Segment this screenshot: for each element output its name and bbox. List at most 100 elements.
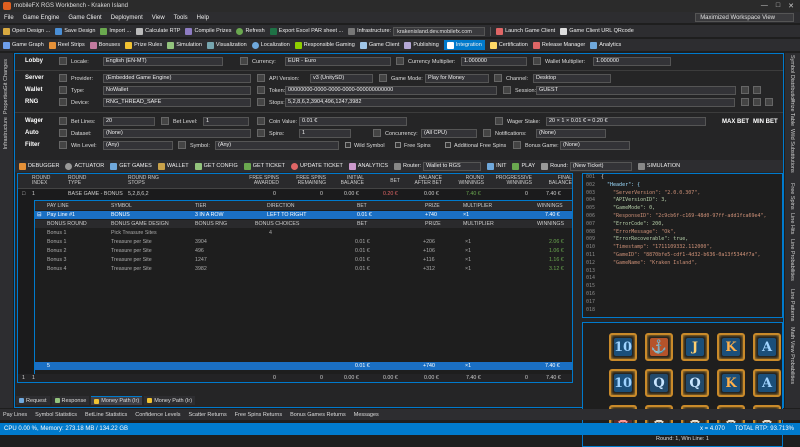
stops-random-icon[interactable] [765, 98, 773, 106]
save-design-button[interactable]: Save Design [55, 27, 95, 35]
launch-game-client-button[interactable]: Launch Game Client [496, 27, 555, 35]
col-bonus-bet[interactable]: BET [357, 221, 367, 227]
concurrency-select[interactable]: (All CPU) [421, 129, 477, 138]
tab-localization[interactable]: Localization [251, 41, 290, 49]
game-mode-select[interactable]: Play for Money [425, 74, 489, 83]
menu-help[interactable]: Help [197, 15, 209, 21]
api-version-select[interactable]: v3 (UnitySD) [310, 74, 373, 83]
col-free-spins-awarded[interactable]: FREE SPINS AWARDED [233, 176, 279, 186]
tab-confidence-levels[interactable]: Confidence Levels [135, 412, 180, 418]
menu-game-engine[interactable]: Game Engine [23, 15, 60, 21]
side-tab-line-patterns[interactable]: Line Patterns [789, 289, 795, 321]
tab-integration[interactable]: Integration [443, 40, 485, 50]
currency-multiplier-field[interactable]: 1.000000 [461, 57, 527, 66]
side-tab-infrastructure[interactable]: Infrastructure [3, 117, 9, 149]
tab-release-manager[interactable]: Release Manager [532, 41, 585, 49]
currency-select[interactable]: EUR - Euro [285, 57, 391, 66]
col-prize[interactable]: PRIZE [425, 203, 440, 209]
tab-game-client[interactable]: Game Client [359, 41, 399, 49]
col-free-spins-remaining[interactable]: FREE SPINS REMAINING [280, 176, 326, 186]
tab-pay-lines[interactable]: Pay Lines [3, 412, 27, 418]
tab-publishing[interactable]: Publishing [404, 41, 439, 49]
round-selector[interactable]: Round: (New Ticket) [541, 161, 632, 171]
tab-simulation[interactable]: Simulation [167, 41, 202, 49]
session-copy-icon[interactable] [741, 86, 749, 94]
session-field[interactable]: GUEST [536, 86, 736, 95]
wild-symbol-checkbox[interactable] [345, 142, 351, 148]
col-bet[interactable]: BET [357, 203, 367, 209]
coin-value-select[interactable]: 0.01 € [299, 117, 407, 126]
infrastructure-dropdown[interactable]: krakenisland.dev.mobilefx.com [393, 26, 486, 36]
open-design-button[interactable]: Open Design ... [3, 27, 50, 35]
export-excel-button[interactable]: Export Excel PAR sheet ... [269, 27, 343, 35]
provider-select[interactable]: (Embedded Game Engine) [103, 74, 251, 83]
col-bonus-rng[interactable]: BONUS RNG [195, 221, 227, 227]
tab-visualization[interactable]: Visualization [206, 41, 247, 49]
play-button[interactable]: PLAY [512, 162, 535, 170]
channel-select[interactable]: Desktop [533, 74, 611, 83]
col-direction[interactable]: DIRECTION [267, 203, 295, 209]
expand-icon[interactable]: □ [22, 191, 25, 197]
symbol-select[interactable]: (Any) [215, 141, 339, 150]
side-tab-line-hits[interactable]: Line Hits [789, 213, 795, 234]
calculate-rtp-button[interactable]: Calculate RTP [136, 27, 180, 35]
col-bonus-choices[interactable]: BONUS CHOICES [255, 221, 299, 227]
compile-prizes-button[interactable]: Compile Prizes [185, 27, 231, 35]
stops-clear-icon[interactable] [753, 98, 761, 106]
side-tab-line-probabilities[interactable]: Line Probabilities [789, 239, 795, 281]
wallet-button[interactable]: WALLET [157, 162, 189, 170]
import-button[interactable]: Import ... [100, 27, 131, 35]
debugger-button[interactable]: DEBUGGER [19, 162, 59, 170]
col-round-type[interactable]: ROUND TYPE [68, 176, 98, 186]
bet-level-stepper[interactable]: 1 [203, 117, 249, 126]
collapse-icon[interactable]: ⊟ [37, 212, 41, 218]
tab-scatter-returns[interactable]: Scatter Returns [188, 412, 226, 418]
side-tab-math-view[interactable]: Math View Probabilities [789, 327, 795, 384]
list-item[interactable]: Bonus 1 Pick Treasure Sites 4 [35, 229, 572, 237]
col-bonus-prize[interactable]: PRIZE [425, 221, 441, 227]
tab-messages[interactable]: Messages [354, 412, 379, 418]
col-bonus-round[interactable]: BONUS ROUND [47, 221, 87, 227]
get-config-button[interactable]: GET CONFIG [194, 162, 238, 170]
col-initial-balance[interactable]: INITIAL BALANCE [328, 176, 364, 186]
tab-analytics[interactable]: Analytics [590, 41, 621, 49]
refresh-button[interactable]: Refresh [236, 27, 265, 35]
round-select[interactable]: (New Ticket) [569, 161, 632, 171]
tab-response[interactable]: Response [51, 396, 90, 405]
tab-bonus-games-returns[interactable]: Bonus Games Returns [290, 412, 346, 418]
simulation-button[interactable]: SIMULATION [637, 162, 680, 170]
init-button[interactable]: INIT [487, 162, 506, 170]
side-tab-symbol-distribution[interactable]: Symbol Distribution [789, 55, 795, 102]
free-spins-checkbox[interactable] [395, 142, 401, 148]
side-tab-git-changes[interactable]: Git Changes [3, 59, 9, 90]
side-tab-properties[interactable]: Properties [3, 89, 9, 114]
payline-row[interactable]: ⊟ Pay Line #1 BONUS 3 IN A ROW LEFT TO R… [35, 211, 572, 219]
minimize-icon[interactable]: — [761, 2, 768, 10]
col-multiplier[interactable]: MULTIPLIER [463, 203, 492, 209]
menu-view[interactable]: View [152, 15, 165, 21]
additional-free-spins-checkbox[interactable] [445, 142, 451, 148]
col-round-rng-stops[interactable]: ROUND RNG STOPS [128, 176, 168, 186]
col-tier[interactable]: TIER [195, 203, 206, 209]
col-bonus-game-design[interactable]: BONUS GAME DESIGN [111, 221, 169, 227]
tab-certification[interactable]: Certification [489, 41, 528, 49]
update-ticket-button[interactable]: UPDATE TICKET [290, 162, 343, 170]
get-games-button[interactable]: GET GAMES [110, 162, 152, 170]
col-bet[interactable]: BET [370, 179, 400, 184]
token-field[interactable]: 00000000-0000-0000-0000-000000000000 [285, 86, 497, 95]
menu-tools[interactable]: Tools [174, 15, 188, 21]
win-level-select[interactable]: (Any) [103, 141, 173, 150]
tab-reel-strips[interactable]: Reel Strips [48, 41, 85, 49]
bonus-game-select[interactable]: (None) [560, 141, 630, 150]
table-row[interactable]: □ 1 BASE GAME - BONUS 5,2,8,6,2 0 0 0.00… [18, 190, 572, 198]
dataset-select[interactable]: (None) [103, 129, 251, 138]
col-pay-line[interactable]: PAY LINE [47, 203, 69, 209]
session-refresh-icon[interactable] [753, 86, 761, 94]
tab-game-graph[interactable]: Game Graph [3, 41, 44, 49]
tab-money-path-2[interactable]: Money Path (Ir) [144, 396, 196, 405]
min-bet-button[interactable]: MIN BET [753, 119, 778, 125]
wallet-multiplier-field[interactable]: 1.000000 [593, 57, 671, 66]
maximize-icon[interactable]: □ [776, 2, 780, 10]
col-final-balance[interactable]: FINAL BALANCE [538, 176, 572, 186]
analytics-button[interactable]: ANALYTICS [348, 162, 388, 170]
